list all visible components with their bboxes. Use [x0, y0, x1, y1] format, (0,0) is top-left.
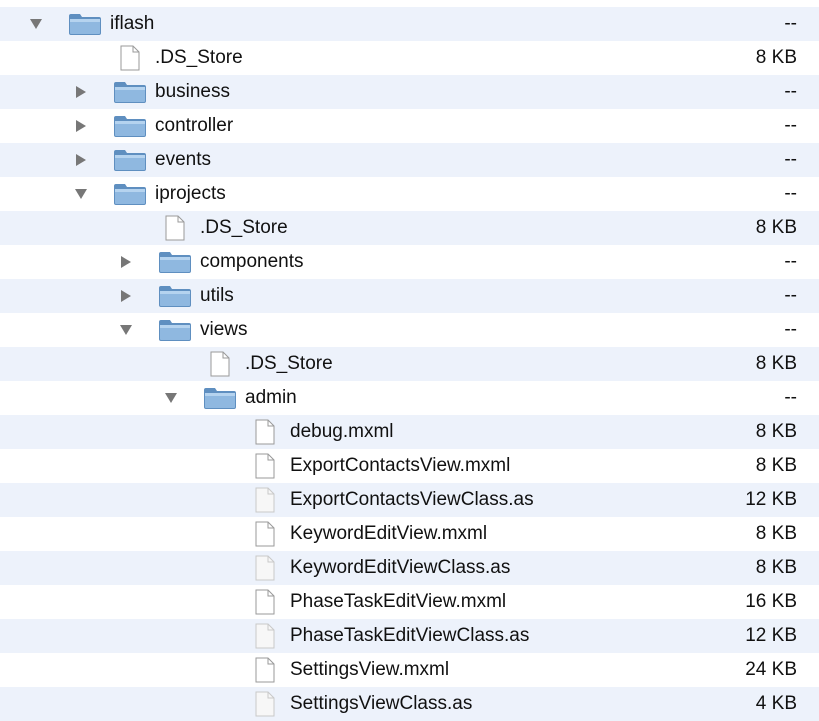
- file-row-phasetaskeditview-mxml[interactable]: PhaseTaskEditView.mxml 16 KB: [0, 585, 819, 619]
- file-row-ds-store[interactable]: .DS_Store 8 KB: [0, 347, 819, 381]
- item-name: utils: [200, 285, 234, 306]
- file-row-debug-mxml[interactable]: debug.mxml 8 KB: [0, 415, 819, 449]
- disclosure-expanded-icon[interactable]: [114, 313, 138, 347]
- item-name: events: [155, 149, 211, 170]
- file-icon: [254, 687, 276, 721]
- folder-row-views[interactable]: views --: [0, 313, 819, 347]
- item-name: business: [155, 81, 230, 102]
- file-tree: iflash -- .DS_Store 8 KB business -- controlle…: [0, 0, 819, 721]
- folder-icon: [113, 177, 147, 211]
- item-size: 8 KB: [755, 353, 797, 374]
- item-name: ExportContactsViewClass.as: [290, 489, 534, 510]
- file-icon: [254, 551, 276, 585]
- disclosure-expanded-icon[interactable]: [69, 177, 93, 211]
- file-icon: [119, 41, 141, 75]
- item-size: --: [784, 183, 797, 204]
- disclosure-collapsed-icon[interactable]: [69, 75, 93, 109]
- folder-icon: [113, 75, 147, 109]
- file-icon: [254, 619, 276, 653]
- item-name: iflash: [110, 13, 155, 34]
- folder-icon: [158, 313, 192, 347]
- folder-row-controller[interactable]: controller --: [0, 109, 819, 143]
- item-name: PhaseTaskEditViewClass.as: [290, 625, 530, 646]
- folder-row-utils[interactable]: utils --: [0, 279, 819, 313]
- file-icon: [164, 211, 186, 245]
- file-row-keywordeditviewclass-as[interactable]: KeywordEditViewClass.as 8 KB: [0, 551, 819, 585]
- disclosure-expanded-icon[interactable]: [159, 381, 183, 415]
- item-name: SettingsView.mxml: [290, 659, 450, 680]
- item-size: 12 KB: [745, 625, 797, 646]
- item-name: components: [200, 251, 304, 272]
- item-name: iprojects: [155, 183, 226, 204]
- item-size: 16 KB: [745, 591, 797, 612]
- folder-icon: [113, 109, 147, 143]
- folder-row-events[interactable]: events --: [0, 143, 819, 177]
- file-icon: [254, 449, 276, 483]
- item-name: ExportContactsView.mxml: [290, 455, 511, 476]
- file-row-exportcontactsviewclass-as[interactable]: ExportContactsViewClass.as 12 KB: [0, 483, 819, 517]
- file-row-ds-store[interactable]: .DS_Store 8 KB: [0, 211, 819, 245]
- folder-icon: [203, 381, 237, 415]
- disclosure-collapsed-icon[interactable]: [114, 245, 138, 279]
- item-size: 8 KB: [755, 557, 797, 578]
- item-size: --: [784, 13, 797, 34]
- item-name: PhaseTaskEditView.mxml: [290, 591, 507, 612]
- item-name: controller: [155, 115, 234, 136]
- file-row-ds-store[interactable]: .DS_Store 8 KB: [0, 41, 819, 75]
- item-size: 8 KB: [755, 523, 797, 544]
- folder-icon: [68, 7, 102, 41]
- disclosure-collapsed-icon[interactable]: [69, 143, 93, 177]
- folder-icon: [158, 245, 192, 279]
- file-icon: [209, 347, 231, 381]
- item-size: --: [784, 251, 797, 272]
- folder-icon: [158, 279, 192, 313]
- file-icon: [254, 585, 276, 619]
- item-size: 8 KB: [755, 47, 797, 68]
- folder-row-iflash[interactable]: iflash --: [0, 7, 819, 41]
- folder-row-components[interactable]: components --: [0, 245, 819, 279]
- file-row-settingsviewclass-as[interactable]: SettingsViewClass.as 4 KB: [0, 687, 819, 721]
- item-size: --: [784, 81, 797, 102]
- file-icon: [254, 415, 276, 449]
- item-name: admin: [245, 387, 297, 408]
- disclosure-expanded-icon[interactable]: [24, 7, 48, 41]
- file-row-exportcontactsview-mxml[interactable]: ExportContactsView.mxml 8 KB: [0, 449, 819, 483]
- folder-row-business[interactable]: business --: [0, 75, 819, 109]
- item-size: --: [784, 387, 797, 408]
- item-name: .DS_Store: [200, 217, 288, 238]
- folder-row-iprojects[interactable]: iprojects --: [0, 177, 819, 211]
- item-size: 24 KB: [745, 659, 797, 680]
- file-row-keywordeditview-mxml[interactable]: KeywordEditView.mxml 8 KB: [0, 517, 819, 551]
- folder-row-admin[interactable]: admin --: [0, 381, 819, 415]
- item-size: --: [784, 115, 797, 136]
- file-row-phasetaskeditviewclass-as[interactable]: PhaseTaskEditViewClass.as 12 KB: [0, 619, 819, 653]
- item-size: --: [784, 285, 797, 306]
- file-icon: [254, 483, 276, 517]
- file-icon: [254, 653, 276, 687]
- item-size: 8 KB: [755, 217, 797, 238]
- file-icon: [254, 517, 276, 551]
- item-name: SettingsViewClass.as: [290, 693, 473, 714]
- disclosure-collapsed-icon[interactable]: [114, 279, 138, 313]
- item-name: KeywordEditView.mxml: [290, 523, 488, 544]
- item-name: KeywordEditViewClass.as: [290, 557, 511, 578]
- item-name: debug.mxml: [290, 421, 394, 442]
- item-size: 4 KB: [755, 693, 797, 714]
- disclosure-collapsed-icon[interactable]: [69, 109, 93, 143]
- item-size: --: [784, 319, 797, 340]
- item-size: --: [784, 149, 797, 170]
- item-size: 12 KB: [745, 489, 797, 510]
- item-name: views: [200, 319, 248, 340]
- item-size: 8 KB: [755, 455, 797, 476]
- file-row-settingsview-mxml[interactable]: SettingsView.mxml 24 KB: [0, 653, 819, 687]
- item-name: .DS_Store: [245, 353, 333, 374]
- item-size: 8 KB: [755, 421, 797, 442]
- item-name: .DS_Store: [155, 47, 243, 68]
- folder-icon: [113, 143, 147, 177]
